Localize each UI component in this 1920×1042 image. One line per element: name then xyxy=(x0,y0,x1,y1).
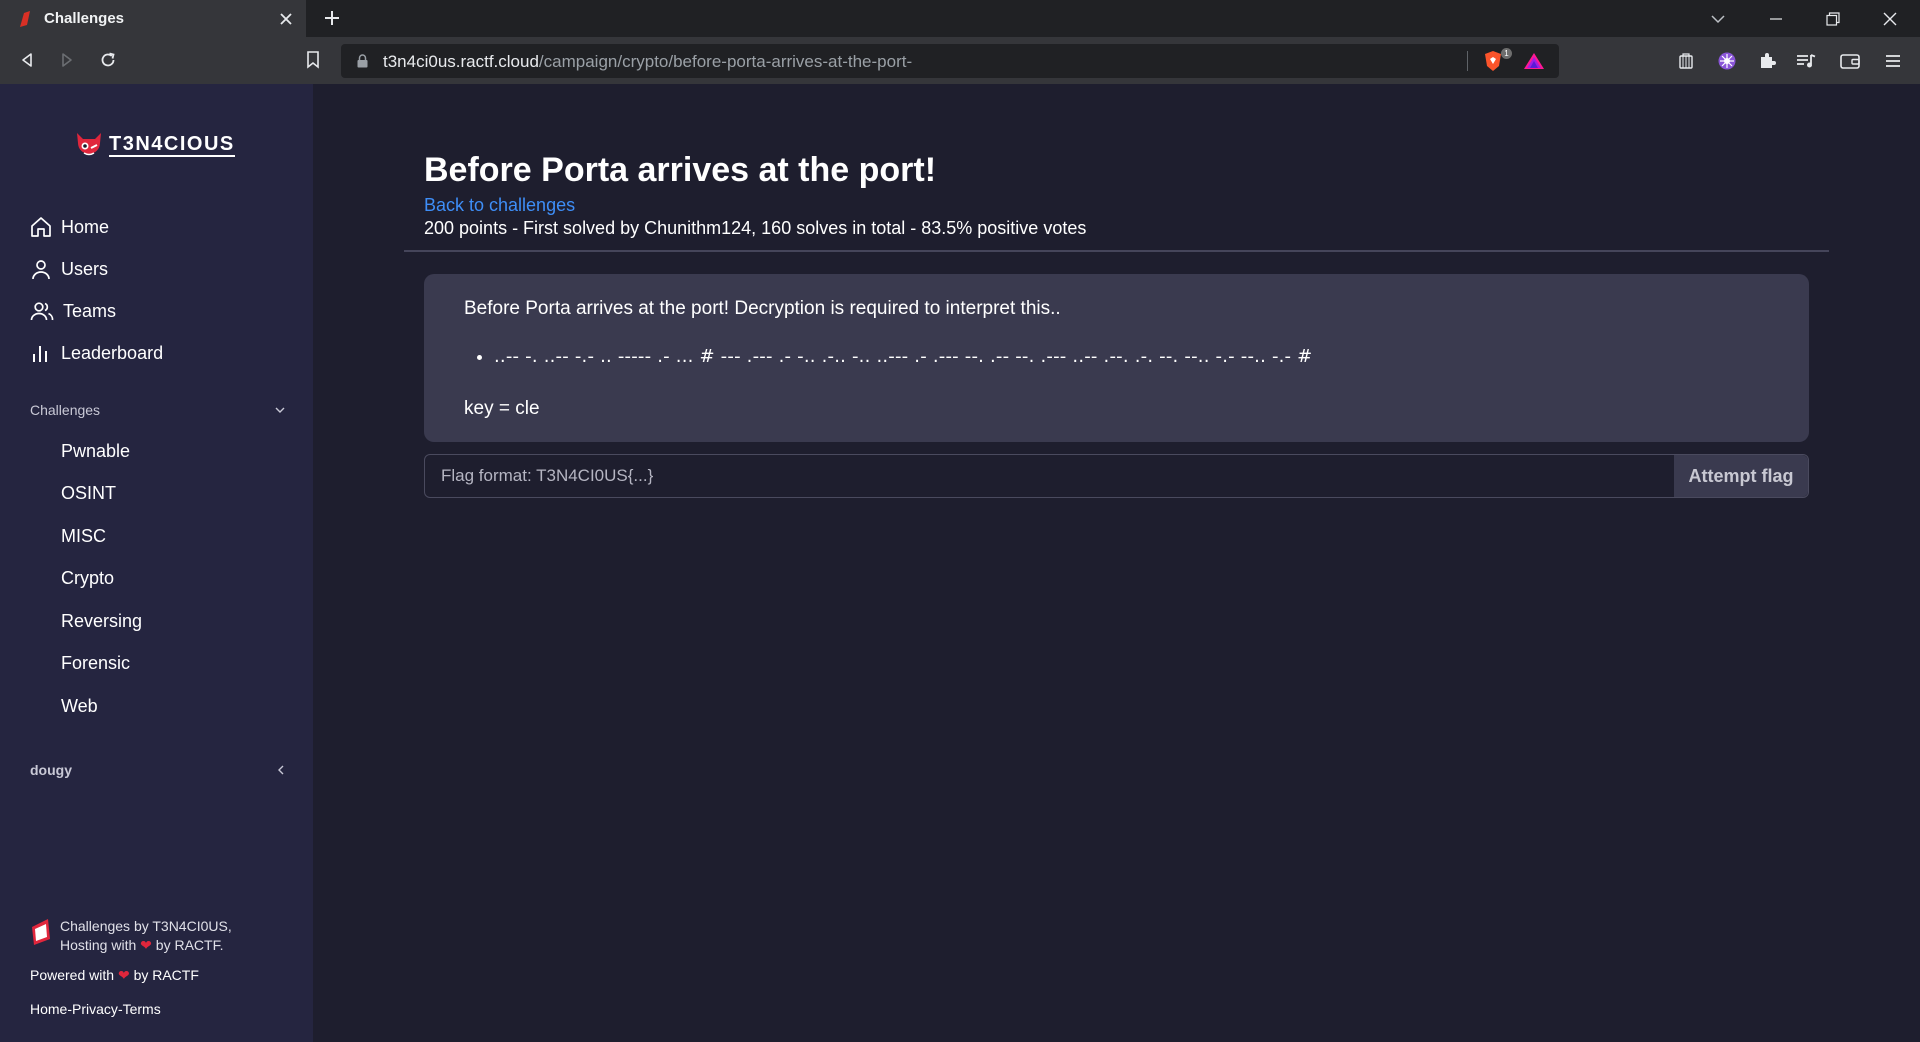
wallet-icon[interactable] xyxy=(1837,48,1863,74)
extensions-puzzle-icon[interactable] xyxy=(1754,48,1780,74)
category-web[interactable]: Web xyxy=(61,696,98,717)
footer-link-terms[interactable]: Terms xyxy=(123,1001,161,1017)
category-osint[interactable]: OSINT xyxy=(61,483,116,504)
footer-link-privacy[interactable]: Privacy xyxy=(72,1001,118,1017)
footer-brand: Challenges by T3N4CI0US, Hosting with ❤ … xyxy=(30,917,232,955)
challenge-description-card: Before Porta arrives at the port! Decryp… xyxy=(424,274,1809,442)
heart-icon: ❤ xyxy=(117,967,130,983)
shields-count-badge: 1 xyxy=(1501,48,1512,59)
devil-mascot-icon xyxy=(77,133,101,156)
flag-form: Attempt flag xyxy=(424,454,1809,498)
url-text: t3n4ci0us.ractf.cloud/campaign/crypto/be… xyxy=(383,52,913,71)
nav-leaderboard[interactable]: Leaderboard xyxy=(30,338,163,368)
omnibox-separator xyxy=(1467,51,1468,71)
logo-text: T3N4CIOUS xyxy=(109,132,235,157)
header-divider xyxy=(404,250,1829,252)
challenge-meta: 200 points - First solved by Chunithm124… xyxy=(424,218,1087,238)
challenge-title: Before Porta arrives at the port! xyxy=(424,151,937,189)
browser-tab-strip: Challenges xyxy=(0,0,1920,37)
nav-users[interactable]: Users xyxy=(30,254,108,284)
footer-brand-line2: Hosting with ❤ by RACTF. xyxy=(60,937,224,953)
site-logo[interactable]: T3N4CIOUS xyxy=(73,131,235,159)
lock-icon xyxy=(357,54,368,68)
footer-brand-line1: Challenges by T3N4CI0US, xyxy=(60,918,232,934)
reload-icon[interactable] xyxy=(94,46,122,74)
flag-input[interactable] xyxy=(425,455,1674,497)
cipher-text: ..-- -. ..-- -.- .. ----- .- ... # --- .… xyxy=(494,346,1312,367)
back-icon[interactable] xyxy=(13,46,41,74)
challenge-intro: Before Porta arrives at the port! Decryp… xyxy=(464,298,1061,319)
tab-title: Challenges xyxy=(44,10,125,27)
chevron-left-icon xyxy=(278,765,284,775)
category-misc[interactable]: MISC xyxy=(61,526,106,547)
favicon-icon xyxy=(20,10,30,27)
media-playlist-icon[interactable] xyxy=(1793,48,1819,74)
minimize-icon[interactable] xyxy=(1748,0,1804,37)
restore-icon[interactable] xyxy=(1805,0,1861,37)
cipher-list: ..-- -. ..-- -.- .. ----- .- ... # --- .… xyxy=(494,346,1312,367)
home-icon xyxy=(31,217,51,237)
challenges-section-toggle[interactable]: Challenges xyxy=(30,402,285,418)
back-to-challenges-link[interactable]: Back to challenges xyxy=(424,195,575,216)
close-window-icon[interactable] xyxy=(1862,0,1918,37)
footer-powered: Powered with ❤ by RACTF xyxy=(30,967,199,983)
sidebar: T3N4CIOUS Home Users Teams Leaderboard C… xyxy=(0,84,313,1042)
ractf-logo-icon xyxy=(32,919,50,945)
nav-leaderboard-label: Leaderboard xyxy=(61,342,164,363)
forward-icon[interactable] xyxy=(53,46,81,74)
new-tab-icon[interactable] xyxy=(318,4,346,32)
footer-links: Home-Privacy-Terms xyxy=(30,1001,161,1017)
category-crypto[interactable]: Crypto xyxy=(61,568,114,589)
brave-shields-icon[interactable] xyxy=(1483,50,1503,72)
nav-home[interactable]: Home xyxy=(30,212,109,242)
footer-link-home[interactable]: Home xyxy=(30,1001,67,1017)
bookmark-icon[interactable] xyxy=(299,46,327,74)
nav-users-label: Users xyxy=(61,258,109,279)
nav-teams[interactable]: Teams xyxy=(30,296,116,326)
challenge-key: key = cle xyxy=(464,398,540,419)
menu-icon[interactable] xyxy=(1880,48,1906,74)
nav-teams-label: Teams xyxy=(63,300,117,321)
browser-tab[interactable]: Challenges xyxy=(0,0,306,37)
tab-close-icon[interactable] xyxy=(272,5,300,33)
users-icon xyxy=(30,302,54,321)
category-pwnable[interactable]: Pwnable xyxy=(61,441,130,462)
attempt-flag-button[interactable]: Attempt flag xyxy=(1674,455,1808,497)
extension-globe-icon[interactable] xyxy=(1714,48,1740,74)
brave-rewards-icon[interactable] xyxy=(1523,52,1545,70)
user-heading: dougy xyxy=(30,762,72,778)
challenges-heading: Challenges xyxy=(30,402,101,418)
category-reversing[interactable]: Reversing xyxy=(61,611,142,632)
user-icon xyxy=(32,260,50,280)
nav-home-label: Home xyxy=(61,216,110,237)
bar-chart-icon xyxy=(33,346,47,362)
wallet-extension-icon[interactable] xyxy=(1673,48,1699,74)
tab-search-icon[interactable] xyxy=(1690,0,1746,37)
chevron-down-icon xyxy=(275,407,285,413)
address-bar[interactable]: t3n4ci0us.ractf.cloud/campaign/crypto/be… xyxy=(341,44,1559,78)
user-section-toggle[interactable]: dougy xyxy=(30,762,285,778)
category-forensic[interactable]: Forensic xyxy=(61,653,130,674)
heart-icon: ❤ xyxy=(140,937,152,953)
